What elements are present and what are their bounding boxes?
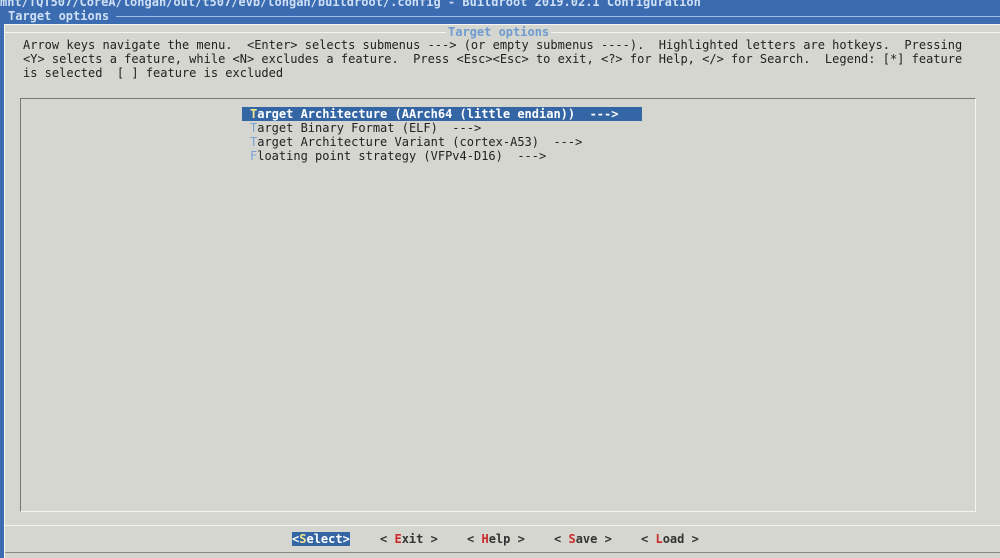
- select-button[interactable]: <Select>: [292, 532, 350, 546]
- divider: [5, 552, 1000, 553]
- dialog-title: Target options: [446, 25, 552, 39]
- menu-item-label: loating point strategy (VFPv4-D16) --->: [257, 149, 547, 163]
- menu-item-label: arget Binary Format (ELF) --->: [257, 121, 482, 135]
- load-button[interactable]: < Load >: [641, 532, 699, 546]
- menu-list: Target Architecture (AArch64 (little end…: [20, 98, 976, 512]
- screen-title: Target options: [8, 9, 110, 23]
- menu-item-floating-point-strategy[interactable]: Floating point strategy (VFPv4-D16) --->: [242, 149, 642, 163]
- help-text: Arrow keys navigate the menu. <Enter> se…: [23, 38, 963, 80]
- menu-item-label: arget Architecture Variant (cortex-A53) …: [257, 135, 583, 149]
- window-title: mnt/TQT507/CoreA/longan/out/t507/evb/lon…: [0, 0, 701, 9]
- save-button[interactable]: < Save >: [554, 532, 612, 546]
- divider: [116, 16, 1000, 17]
- menu-item-label: arget Architecture (AArch64 (little endi…: [257, 107, 619, 121]
- menu-item-target-architecture-variant[interactable]: Target Architecture Variant (cortex-A53)…: [242, 135, 642, 149]
- menu-item-target-architecture[interactable]: Target Architecture (AArch64 (little end…: [242, 107, 642, 121]
- menu-item-target-binary-format[interactable]: Target Binary Format (ELF) --->: [242, 121, 642, 135]
- exit-button[interactable]: < Exit >: [380, 532, 438, 546]
- help-button[interactable]: < Help >: [467, 532, 525, 546]
- dialog: Target options Arrow keys navigate the m…: [4, 24, 1000, 558]
- divider: [5, 525, 1000, 526]
